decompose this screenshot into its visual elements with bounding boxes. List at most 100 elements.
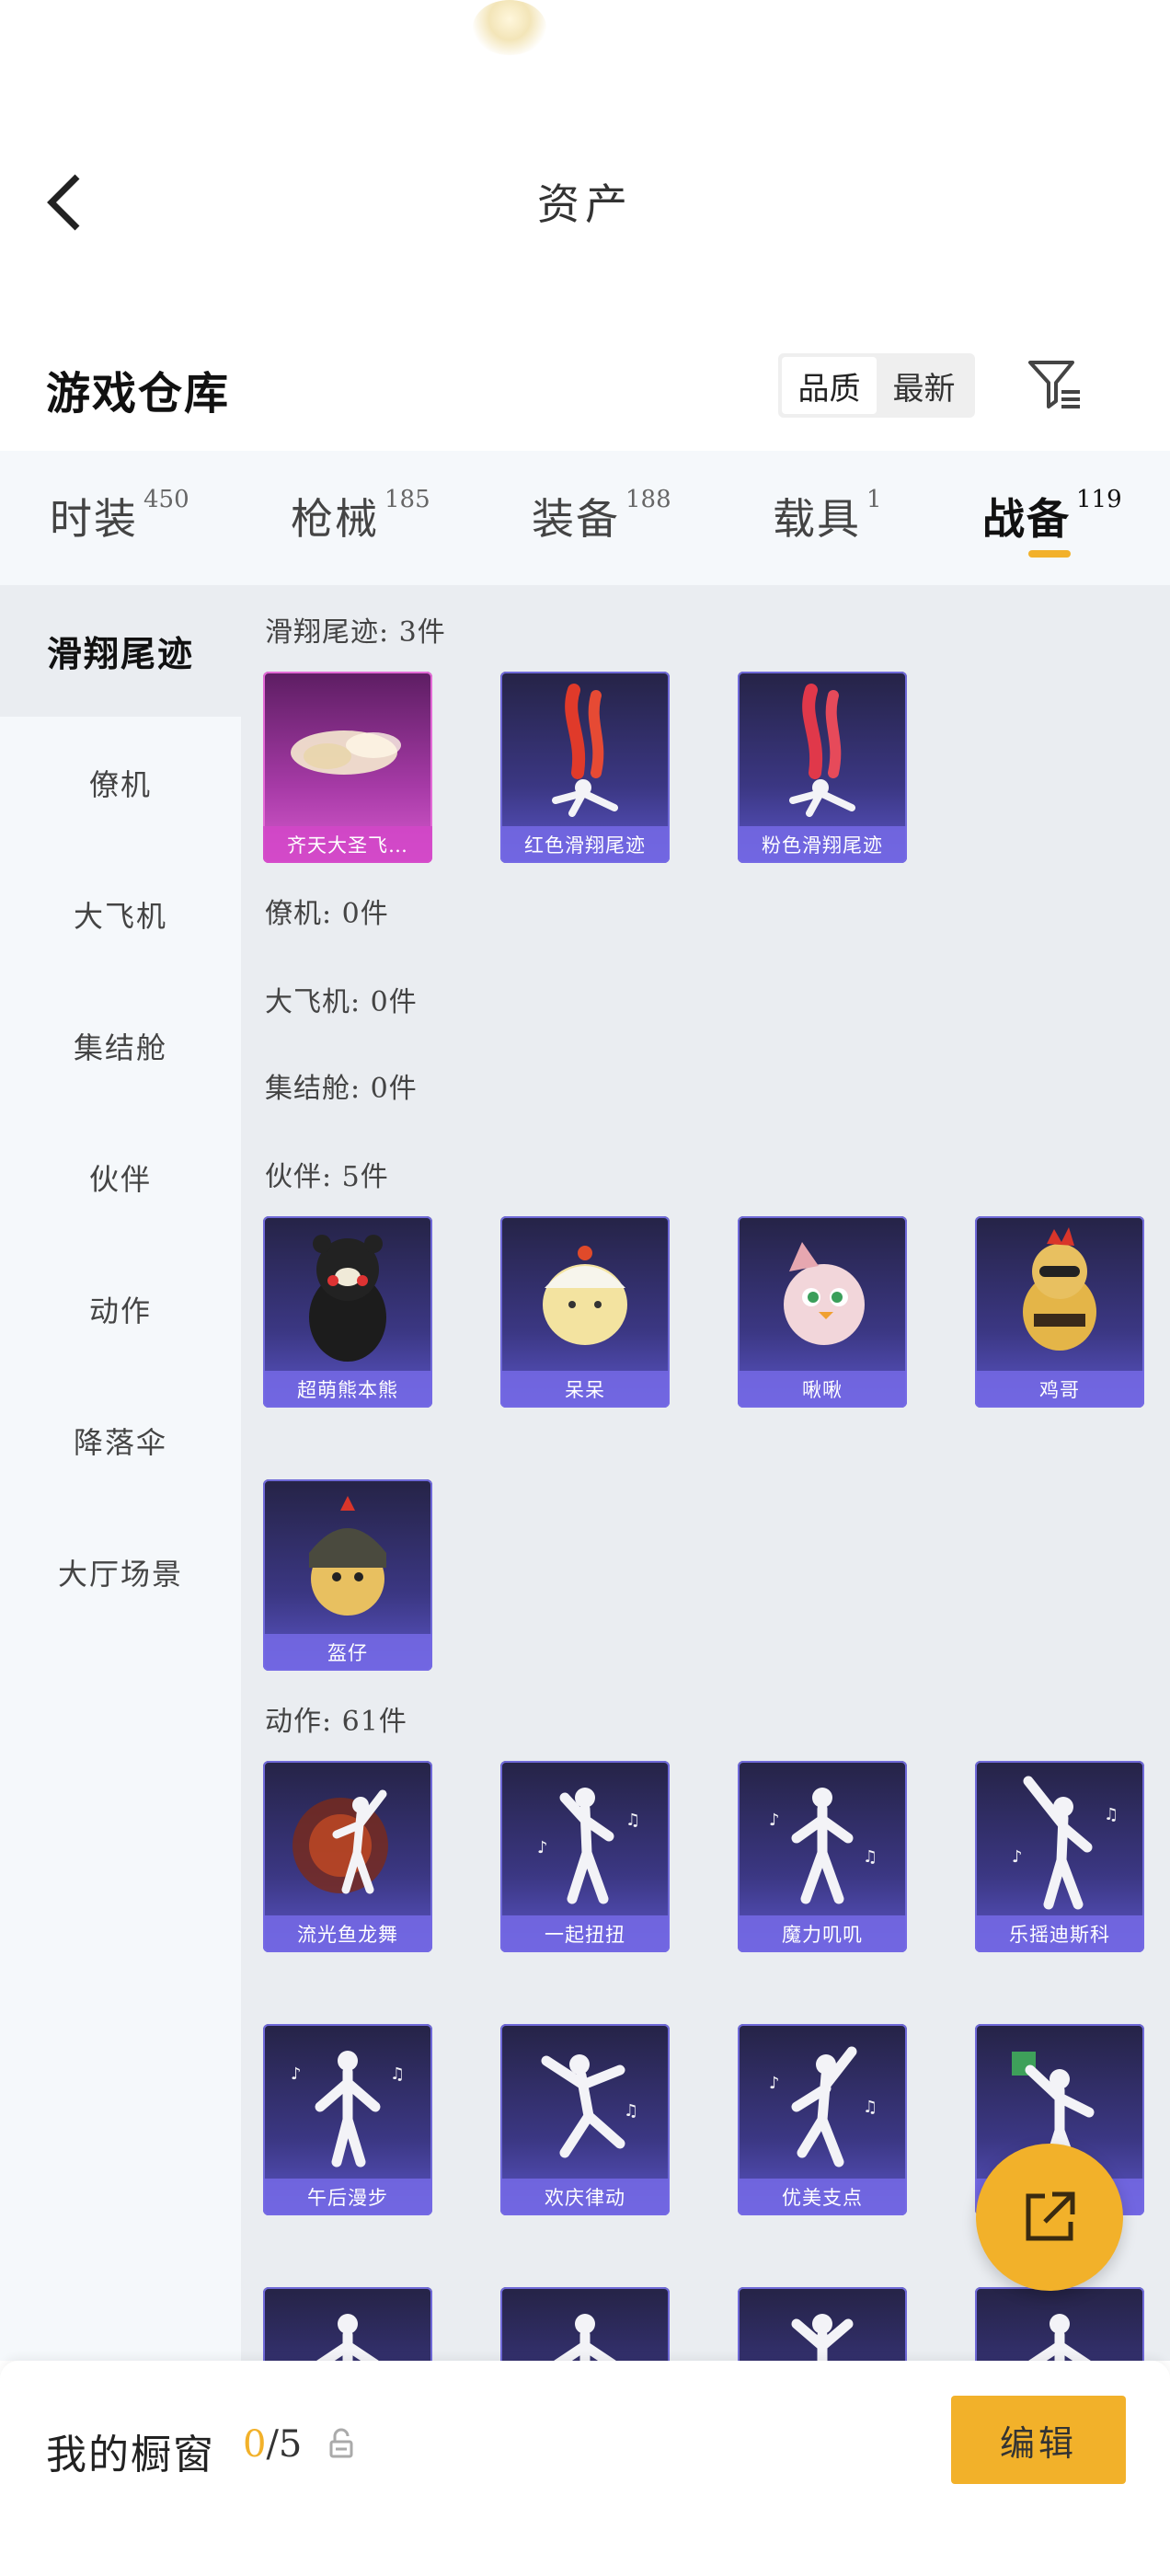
rooster-art xyxy=(1023,1227,1096,1351)
item-name: 齐天大圣飞… xyxy=(263,826,432,863)
item-card[interactable]: 齐天大圣飞… xyxy=(263,672,432,863)
showcase-bar: 我的橱窗 0/5 编辑 xyxy=(0,2361,1170,2576)
sidebar-item-glide-trail[interactable]: 滑翔尾迹 xyxy=(0,585,241,717)
header: 资产 xyxy=(0,138,1170,267)
item-name: 优美支点 xyxy=(738,2179,907,2215)
svg-text:♪: ♪ xyxy=(769,2074,780,2093)
share-external-icon xyxy=(1026,2191,1075,2241)
sort-quality-option[interactable]: 品质 xyxy=(782,357,877,414)
tab-guns[interactable]: 枪械 185 xyxy=(291,486,430,550)
svg-text:♫: ♫ xyxy=(1104,1805,1118,1824)
dancer-art: ♪♫ xyxy=(769,2046,878,2168)
tab-count: 188 xyxy=(625,486,671,513)
item-card[interactable]: 红色滑翔尾迹 xyxy=(500,672,670,863)
tab-label: 战备 xyxy=(982,494,1071,544)
sort-toggle: 品质 最新 xyxy=(778,353,975,418)
item-card[interactable]: ♪ ♫ 优美支点 xyxy=(738,2024,907,2215)
dancer-art xyxy=(554,2314,616,2361)
item-card[interactable]: 流光鱼龙舞 xyxy=(263,1761,432,1952)
chick-art xyxy=(543,1246,627,1345)
filter-button[interactable] xyxy=(1025,355,1084,414)
tab-count: 185 xyxy=(384,486,430,513)
lock-icon xyxy=(329,2428,353,2458)
svg-text:♫: ♫ xyxy=(625,1811,640,1830)
item-card[interactable] xyxy=(263,2287,432,2361)
item-card[interactable]: 啾啾 xyxy=(738,1216,907,1408)
showcase-label: 我的橱窗 xyxy=(46,2432,215,2478)
page-title: 资产 xyxy=(537,179,633,229)
item-name: 乐摇迪斯科 xyxy=(975,1915,1144,1952)
sidebar-item-pod[interactable]: 集结舱 xyxy=(0,980,241,1111)
cloud-trail-art xyxy=(291,730,401,775)
category-tabs: 时装 450 枪械 185 装备 188 载具 1 战备 119 xyxy=(0,451,1170,585)
svg-text:♪: ♪ xyxy=(537,1838,548,1857)
sort-newest-option[interactable]: 最新 xyxy=(877,357,971,414)
showcase-current: 0 xyxy=(243,2423,267,2466)
item-card[interactable]: 超萌熊本熊 xyxy=(263,1216,432,1408)
active-tab-indicator xyxy=(1028,550,1071,558)
item-card[interactable] xyxy=(738,2287,907,2361)
item-name: 鸡哥 xyxy=(975,1371,1144,1408)
tab-vehicles[interactable]: 载具 1 xyxy=(773,486,882,550)
sidebar-item-big-plane[interactable]: 大飞机 xyxy=(0,848,241,980)
bear-art xyxy=(309,1235,386,1362)
item-card[interactable]: ♪ ♫ 魔力叽叽 xyxy=(738,1761,907,1952)
item-card[interactable]: 呆呆 xyxy=(500,1216,670,1408)
item-grid: 滑翔尾迹: 3件 齐天大圣飞… 红色滑翔尾迹 粉色滑翔尾迹 僚机: 0件 大飞机… xyxy=(241,585,1170,2361)
sidebar-item-partner[interactable]: 伙伴 xyxy=(0,1111,241,1243)
item-name: 魔力叽叽 xyxy=(738,1915,907,1952)
bird-art xyxy=(784,1242,865,1345)
tab-label: 装备 xyxy=(532,494,620,544)
dancer-art: ♪♫ xyxy=(291,2051,405,2168)
edit-button[interactable]: 编辑 xyxy=(951,2396,1126,2484)
item-name: 粉色滑翔尾迹 xyxy=(738,826,907,863)
item-card[interactable]: 鸡哥 xyxy=(975,1216,1144,1408)
item-card[interactable]: ♪ ♫ 乐摇迪斯科 xyxy=(975,1761,1144,1952)
tab-fashion[interactable]: 时装 450 xyxy=(50,486,189,550)
section-title-emote: 动作: 61件 xyxy=(265,1706,407,1738)
red-trail-art xyxy=(552,684,618,817)
item-card[interactable] xyxy=(500,2287,670,2361)
item-name: 欢庆律动 xyxy=(500,2179,670,2215)
item-name: 一起扭扭 xyxy=(500,1915,670,1952)
fire-dance-art xyxy=(292,1789,388,1894)
tab-count: 450 xyxy=(143,486,189,513)
sidebar-item-lobby-scene[interactable]: 大厅场景 xyxy=(0,1506,241,1638)
tab-label: 载具 xyxy=(773,494,861,544)
svg-text:♪: ♪ xyxy=(291,2064,302,2084)
section-title-pod: 集结舱: 0件 xyxy=(265,1073,418,1105)
item-card[interactable] xyxy=(975,2287,1144,2361)
tab-equipment[interactable]: 装备 188 xyxy=(532,486,671,550)
section-title-partner: 伙伴: 5件 xyxy=(265,1161,389,1193)
warehouse-title: 游戏仓库 xyxy=(46,368,231,420)
item-card[interactable]: ♪ ♫ 一起扭扭 xyxy=(500,1761,670,1952)
dancer-art: ♪♫ xyxy=(1012,1776,1118,1910)
item-name: 红色滑翔尾迹 xyxy=(500,826,670,863)
top-decoration xyxy=(473,0,546,55)
sidebar: 滑翔尾迹 僚机 大飞机 集结舱 伙伴 动作 降落伞 大厅场景 xyxy=(0,585,241,2361)
section-title-big-plane: 大飞机: 0件 xyxy=(265,986,418,1018)
pink-trail-art xyxy=(789,684,855,817)
tab-label: 枪械 xyxy=(291,494,379,544)
item-card[interactable]: ♪ ♫ 午后漫步 xyxy=(263,2024,432,2215)
svg-text:♪: ♪ xyxy=(1012,1847,1023,1867)
sidebar-item-emote[interactable]: 动作 xyxy=(0,1243,241,1374)
item-card[interactable]: ♫ 欢庆律动 xyxy=(500,2024,670,2215)
filter-list-icon xyxy=(1028,361,1080,408)
item-name: 盔仔 xyxy=(263,1634,432,1671)
item-card[interactable]: 盔仔 xyxy=(263,1479,432,1671)
dancer-art: ♫ xyxy=(541,2054,638,2158)
share-button[interactable] xyxy=(976,2144,1123,2291)
showcase-count: 0/5 xyxy=(243,2423,302,2466)
item-name: 午后漫步 xyxy=(263,2179,432,2215)
helmet-chick-art xyxy=(309,1496,386,1616)
svg-text:♫: ♫ xyxy=(390,2064,405,2084)
svg-text:♫: ♫ xyxy=(624,2101,638,2121)
svg-text:♫: ♫ xyxy=(863,1847,878,1867)
sidebar-item-wingman[interactable]: 僚机 xyxy=(0,717,241,848)
dancer-art xyxy=(791,2314,854,2361)
tab-battle-prep[interactable]: 战备 119 xyxy=(982,486,1122,550)
sidebar-item-parachute[interactable]: 降落伞 xyxy=(0,1374,241,1506)
item-card[interactable]: 粉色滑翔尾迹 xyxy=(738,672,907,863)
dancer-art: ♪♫ xyxy=(769,1788,878,1904)
